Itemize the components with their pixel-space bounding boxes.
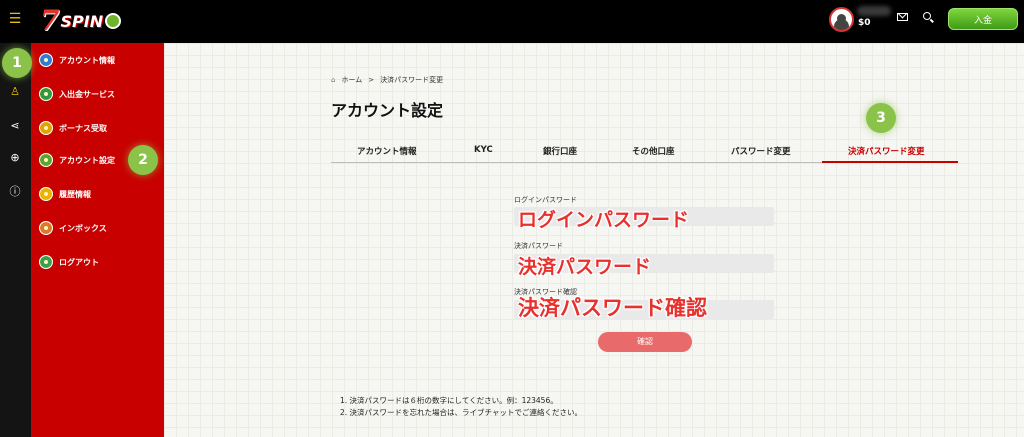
home-icon[interactable]: ⌂: [331, 76, 335, 84]
icon-rail: ♙ ⋖ ⊕ ⓘ: [0, 43, 31, 437]
bonus-icon: [39, 121, 53, 135]
sidebar-item-label: インボックス: [59, 223, 107, 233]
mail-icon[interactable]: [897, 13, 908, 21]
breadcrumb-current: 決済パスワード変更: [380, 76, 444, 84]
deposit-service-icon: [39, 87, 53, 101]
step-badge-3: 3: [866, 103, 896, 133]
note-item: 2. 決済パスワードを忘れた場合は、ライブチャットでご連絡ください。: [340, 408, 582, 417]
sidebar-item-label: 履歴情報: [59, 189, 91, 199]
avatar[interactable]: [829, 7, 854, 32]
inbox-icon: [39, 221, 53, 235]
note-item: 1. 決済パスワードは６桁の数字にしてください。例：123456。: [340, 396, 558, 405]
tab-account-info[interactable]: アカウント情報: [357, 145, 417, 157]
login-password-label: ログインパスワード: [514, 196, 577, 204]
logo-chip-icon: [105, 13, 122, 29]
tab-bank-account[interactable]: 銀行口座: [543, 145, 577, 157]
login-password-annotation: ログインパスワード: [518, 209, 690, 231]
sidebar-item-deposit-service[interactable]: 入出金サービス: [39, 85, 115, 103]
logout-icon: [39, 255, 53, 269]
tab-other-account[interactable]: その他口座: [632, 145, 675, 157]
confirm-button[interactable]: 確認: [598, 332, 692, 352]
site-logo[interactable]: 7 SPIN: [40, 4, 122, 37]
sidebar-item-label: ボーナス受取: [59, 123, 107, 133]
payment-password-label: 決済パスワード: [514, 242, 563, 250]
tab-password-change[interactable]: パスワード変更: [731, 145, 791, 157]
tab-payment-password-change[interactable]: 決済パスワード変更: [848, 145, 925, 157]
page-title: アカウント設定: [331, 101, 444, 120]
active-tab-underline: [822, 161, 958, 163]
info-icon[interactable]: ⓘ: [8, 185, 22, 199]
sidebar-item-account-settings[interactable]: アカウント設定: [39, 151, 115, 169]
logo-text: SPIN: [60, 11, 104, 31]
sidebar-item-bonus[interactable]: ボーナス受取: [39, 119, 107, 137]
deposit-button[interactable]: 入金: [948, 8, 1018, 30]
breadcrumb-separator: >: [368, 76, 375, 84]
tab-kyc[interactable]: KYC: [474, 145, 493, 155]
breadcrumb: ⌂ ホーム > 決済パスワード変更: [331, 75, 443, 85]
payment-password-annotation: 決済パスワード: [518, 256, 652, 278]
account-settings-icon: [39, 153, 53, 167]
step-badge-1: 1: [2, 48, 32, 78]
user-icon[interactable]: ♙: [8, 85, 22, 99]
sidebar-item-inbox[interactable]: インボックス: [39, 219, 107, 237]
globe-icon[interactable]: ⊕: [8, 151, 22, 165]
hamburger-menu-icon[interactable]: ☰: [8, 10, 22, 28]
breadcrumb-home[interactable]: ホーム: [341, 75, 362, 85]
account-info-icon: [39, 53, 53, 67]
logo-seven: 7: [40, 4, 60, 37]
share-icon[interactable]: ⋖: [8, 119, 22, 133]
sidebar-item-label: アカウント設定: [59, 155, 115, 165]
main-content: [164, 43, 1024, 437]
sidebar-item-logout[interactable]: ログアウト: [39, 253, 99, 271]
balance-amount: $0: [858, 18, 871, 28]
sidebar: アカウント情報 入出金サービス ボーナス受取 アカウント設定 履歴情報 インボッ…: [31, 43, 164, 437]
payment-password-confirm-annotation: 決済パスワード確認: [518, 296, 707, 320]
blurred-username: [857, 6, 891, 16]
search-icon[interactable]: [923, 12, 931, 20]
sidebar-item-history[interactable]: 履歴情報: [39, 185, 91, 203]
step-badge-2: 2: [128, 145, 158, 175]
sidebar-item-label: ログアウト: [59, 257, 99, 267]
notes: 1. 決済パスワードは６桁の数字にしてください。例：123456。 2. 決済パ…: [340, 395, 582, 419]
history-icon: [39, 187, 53, 201]
sidebar-item-account-info[interactable]: アカウント情報: [39, 51, 115, 69]
sidebar-item-label: 入出金サービス: [59, 89, 115, 99]
sidebar-item-label: アカウント情報: [59, 55, 115, 65]
top-bar: ☰ 7 SPIN $0 入金: [0, 0, 1024, 43]
